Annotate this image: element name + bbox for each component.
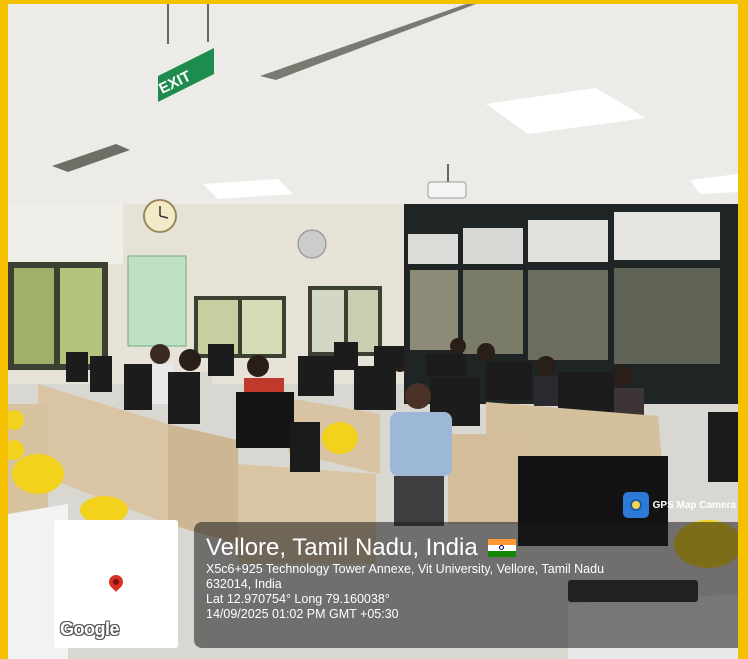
- monitor: [208, 344, 234, 376]
- ceiling: [8, 4, 738, 204]
- person-legs: [394, 476, 444, 526]
- person-head: [405, 383, 431, 409]
- location-title-row: Vellore, Tamil Nadu, India: [206, 534, 736, 562]
- wall-fan: [297, 229, 327, 259]
- india-flag-icon: [487, 539, 516, 557]
- cubicle-partition: [448, 434, 528, 524]
- monitor: [168, 372, 200, 424]
- monitor: [558, 372, 614, 412]
- monitor: [66, 352, 88, 382]
- projector: [427, 181, 467, 199]
- person-head: [611, 365, 633, 387]
- app-name: GPS Map Camera: [652, 499, 736, 511]
- location-title: Vellore, Tamil Nadu, India: [206, 534, 478, 561]
- person-body: [390, 412, 452, 476]
- gps-map-camera-app-icon: [622, 492, 649, 518]
- monitor: [486, 362, 532, 400]
- monitor: [354, 366, 396, 410]
- monitor: [290, 422, 320, 472]
- address-line-1: X5c6+925 Technology Tower Annexe, Vit Un…: [206, 562, 605, 576]
- timestamp: 14/09/2025 01:02 PM GMT +05:30: [206, 607, 399, 621]
- map-pin-icon: [106, 572, 126, 592]
- coordinates: Lat 12.970754° Long 79.160038°: [206, 592, 390, 606]
- monitor: [298, 356, 334, 396]
- person-head: [179, 349, 201, 371]
- monitor: [708, 412, 738, 482]
- monitor: [334, 342, 358, 370]
- map-attribution: Google: [60, 619, 120, 639]
- person-head: [450, 338, 466, 354]
- monitor: [90, 356, 112, 392]
- monitor: [426, 354, 466, 376]
- map-thumbnail: Google: [54, 520, 178, 648]
- yellow-chair: [12, 454, 64, 494]
- monitor: [124, 364, 152, 410]
- person-head: [536, 356, 556, 376]
- address-line-2: 632014, India: [206, 577, 282, 591]
- monitor: [374, 346, 404, 368]
- computer-lab-photo: EXIT GPS Map Camera Google Vellore, Tami…: [8, 4, 738, 659]
- monitor: [236, 392, 294, 448]
- photo-frame: EXIT GPS Map Camera Google Vellore, Tami…: [0, 0, 748, 659]
- person-head: [477, 343, 495, 361]
- person-head: [247, 355, 269, 377]
- person-head: [150, 344, 170, 364]
- yellow-chair: [322, 422, 358, 454]
- gps-map-camera-badge: GPS Map Camera: [622, 488, 736, 522]
- notice-board: [127, 255, 187, 347]
- location-info-panel: Vellore, Tamil Nadu, India X5c6+925 Tech…: [194, 522, 738, 648]
